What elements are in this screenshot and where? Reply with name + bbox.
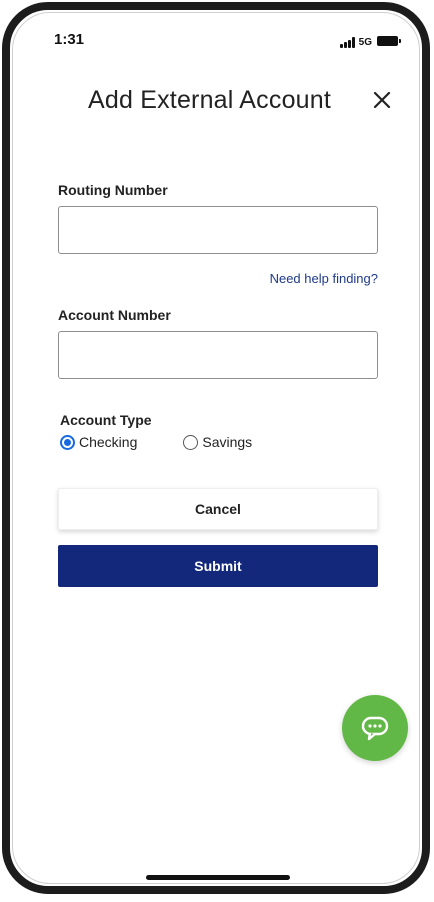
radio-option-savings[interactable]: Savings <box>183 434 252 450</box>
status-bar: 1:31 5G <box>10 10 422 54</box>
submit-button[interactable]: Submit <box>58 545 378 587</box>
help-finding-link[interactable]: Need help finding? <box>270 271 378 286</box>
close-icon[interactable] <box>370 88 394 112</box>
status-icons: 5G <box>339 34 401 48</box>
account-number-input[interactable] <box>58 331 378 379</box>
radio-label-checking: Checking <box>79 434 138 450</box>
phone-frame: 1:31 5G Add External Account Routing Num… <box>2 2 430 894</box>
home-indicator <box>146 875 290 880</box>
chat-bubble-icon <box>361 716 389 741</box>
account-type-label: Account Type <box>60 412 152 428</box>
battery-full-icon <box>377 36 401 46</box>
signal-bars-icon <box>339 37 355 48</box>
page-title: Add External Account <box>88 86 332 114</box>
radio-label-savings: Savings <box>202 434 253 450</box>
network-label: 5G <box>358 37 372 48</box>
account-type-radio-group: Checking Savings <box>60 434 252 450</box>
cancel-button[interactable]: Cancel <box>58 488 378 530</box>
status-time: 1:31 <box>54 31 85 48</box>
routing-number-input[interactable] <box>58 206 378 254</box>
radio-unchecked-icon[interactable] <box>183 434 199 450</box>
account-number-label: Account Number <box>58 307 171 323</box>
routing-number-label: Routing Number <box>58 182 168 198</box>
radio-option-checking[interactable]: Checking <box>60 434 137 450</box>
chat-button[interactable] <box>342 695 408 761</box>
radio-checked-icon[interactable] <box>60 434 75 450</box>
